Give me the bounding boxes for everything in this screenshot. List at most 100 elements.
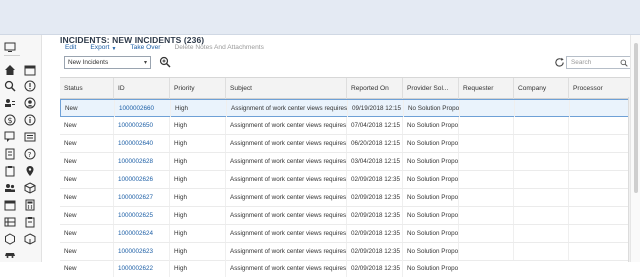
- cell-status: New: [64, 265, 77, 272]
- hexagon-icon[interactable]: [4, 233, 16, 245]
- cell-reported-on: 06/20/2018 12:15: [346, 135, 402, 152]
- chevron-down-icon: ▼: [111, 46, 117, 52]
- cell-provider-solution: No Solution Propo: [402, 260, 458, 277]
- column-header-provider-solution[interactable]: Provider Sol...: [402, 78, 458, 99]
- table-row[interactable]: New 1000002623 High Assignment of work c…: [60, 243, 636, 261]
- incident-id-link[interactable]: 1000002622: [113, 260, 169, 277]
- cell-status: New: [65, 105, 78, 112]
- column-header-company[interactable]: Company: [513, 78, 568, 99]
- cell-reported-on: 02/09/2018 12:35: [346, 189, 402, 206]
- column-header-status[interactable]: Status: [60, 78, 113, 99]
- cell-processor: [568, 189, 636, 206]
- table-row[interactable]: New 1000002627 High Assignment of work c…: [60, 189, 636, 207]
- column-header-priority[interactable]: Priority: [169, 78, 225, 99]
- alert-icon[interactable]: [24, 80, 36, 92]
- column-header-reported-on[interactable]: Reported On: [346, 78, 402, 99]
- cell-priority: High: [169, 189, 225, 206]
- calculator-icon[interactable]: [24, 199, 36, 211]
- cell-subject: Assignment of work center views requires…: [225, 171, 346, 188]
- cell-priority: High: [169, 260, 225, 277]
- home-icon[interactable]: [4, 64, 16, 76]
- cell-priority: High: [169, 135, 225, 152]
- table-row[interactable]: New 1000002625 High Assignment of work c…: [60, 207, 636, 225]
- incident-id-link[interactable]: 1000002624: [113, 225, 169, 242]
- map-icon[interactable]: [24, 165, 36, 177]
- table-row[interactable]: New 1000002640 High Assignment of work c…: [60, 135, 636, 153]
- cell-subject: Assignment of work center views requires…: [225, 243, 346, 260]
- question-icon[interactable]: ?: [24, 148, 36, 160]
- cell-provider-solution: No Solution Propo: [402, 117, 458, 134]
- money-icon[interactable]: $: [4, 114, 16, 126]
- incident-id-link[interactable]: 1000002640: [113, 135, 169, 152]
- incident-id-link[interactable]: 1000002626: [113, 171, 169, 188]
- delete-notes-button[interactable]: Delete Notes And Attachments: [174, 44, 263, 52]
- cell-provider-solution: No Solution Propo: [402, 171, 458, 188]
- take-over-button[interactable]: Take Over: [130, 44, 160, 52]
- cell-company: [513, 153, 568, 170]
- refresh-icon[interactable]: [554, 57, 565, 68]
- zoom-icon[interactable]: [159, 56, 171, 68]
- chat-icon[interactable]: [4, 131, 16, 143]
- cube-icon[interactable]: [24, 233, 36, 245]
- box-icon[interactable]: [24, 182, 36, 194]
- users-icon[interactable]: [4, 182, 16, 194]
- action-bar: Edit Export ▼ Take Over Delete Notes And …: [65, 44, 278, 52]
- incident-id-link[interactable]: 1000002625: [113, 207, 169, 224]
- incident-id-link[interactable]: 1000002627: [113, 189, 169, 206]
- table-row[interactable]: New 1000002660 High Assignment of work c…: [60, 99, 636, 117]
- table-row[interactable]: New 1000002650 High Assignment of work c…: [60, 117, 636, 135]
- search-icon[interactable]: [4, 80, 16, 92]
- info-icon[interactable]: [24, 114, 36, 126]
- people-icon[interactable]: [4, 97, 16, 109]
- cell-provider-solution: No Solution Propo: [403, 100, 459, 117]
- column-header-subject[interactable]: Subject: [225, 78, 346, 99]
- search-input[interactable]: Search: [566, 56, 632, 69]
- svg-text:$: $: [8, 116, 13, 125]
- clipboard-icon[interactable]: [4, 165, 16, 177]
- car-icon[interactable]: [4, 248, 16, 260]
- cell-reported-on: 02/09/2018 12:35: [346, 243, 402, 260]
- document-icon[interactable]: [4, 148, 16, 160]
- cell-processor: [568, 117, 636, 134]
- page-scrollbar-thumb[interactable]: [634, 43, 638, 193]
- cell-processor: [568, 225, 636, 242]
- column-header-id[interactable]: ID: [113, 78, 169, 99]
- cell-status: New: [64, 248, 77, 255]
- page-scrollbar[interactable]: [630, 35, 640, 262]
- table-row[interactable]: New 1000002624 High Assignment of work c…: [60, 225, 636, 243]
- cell-company: [513, 225, 568, 242]
- query-select-value: New Incidents: [68, 59, 109, 66]
- calendar-icon[interactable]: [24, 64, 36, 76]
- column-header-requester[interactable]: Requester: [458, 78, 513, 99]
- cell-company: [513, 189, 568, 206]
- person-icon[interactable]: [24, 97, 36, 109]
- cell-provider-solution: No Solution Propo: [402, 153, 458, 170]
- table-row[interactable]: New 1000002626 High Assignment of work c…: [60, 171, 636, 189]
- monitor-icon[interactable]: [4, 41, 16, 53]
- cell-provider-solution: No Solution Propo: [402, 189, 458, 206]
- cell-reported-on: 02/09/2018 12:35: [346, 225, 402, 242]
- calendar2-icon[interactable]: [4, 199, 16, 211]
- incident-id-link[interactable]: 1000002623: [113, 243, 169, 260]
- column-header-processor[interactable]: Processor: [568, 78, 636, 99]
- clipboard2-icon[interactable]: [24, 216, 36, 228]
- cell-reported-on: 02/09/2018 12:35: [346, 260, 402, 277]
- query-select[interactable]: New Incidents ▾: [64, 56, 151, 69]
- table-row[interactable]: New 1000002628 High Assignment of work c…: [60, 153, 636, 171]
- cell-company: [513, 207, 568, 224]
- cell-processor: [568, 207, 636, 224]
- table-row[interactable]: New 1000002622 High Assignment of work c…: [60, 260, 636, 277]
- chevron-down-icon: ▾: [143, 60, 147, 66]
- cell-provider-solution: No Solution Propo: [402, 207, 458, 224]
- export-button[interactable]: Export ▼: [90, 44, 116, 52]
- incident-id-link[interactable]: 1000002628: [113, 153, 169, 170]
- edit-button[interactable]: Edit: [65, 44, 76, 52]
- cell-provider-solution: No Solution Propo: [402, 225, 458, 242]
- cell-status: New: [64, 140, 77, 147]
- cell-processor: [568, 153, 636, 170]
- incident-id-link[interactable]: 1000002660: [114, 100, 170, 117]
- incident-id-link[interactable]: 1000002650: [113, 117, 169, 134]
- list-icon[interactable]: [24, 131, 36, 143]
- table-icon[interactable]: [4, 216, 16, 228]
- cell-provider-solution: No Solution Propo: [402, 135, 458, 152]
